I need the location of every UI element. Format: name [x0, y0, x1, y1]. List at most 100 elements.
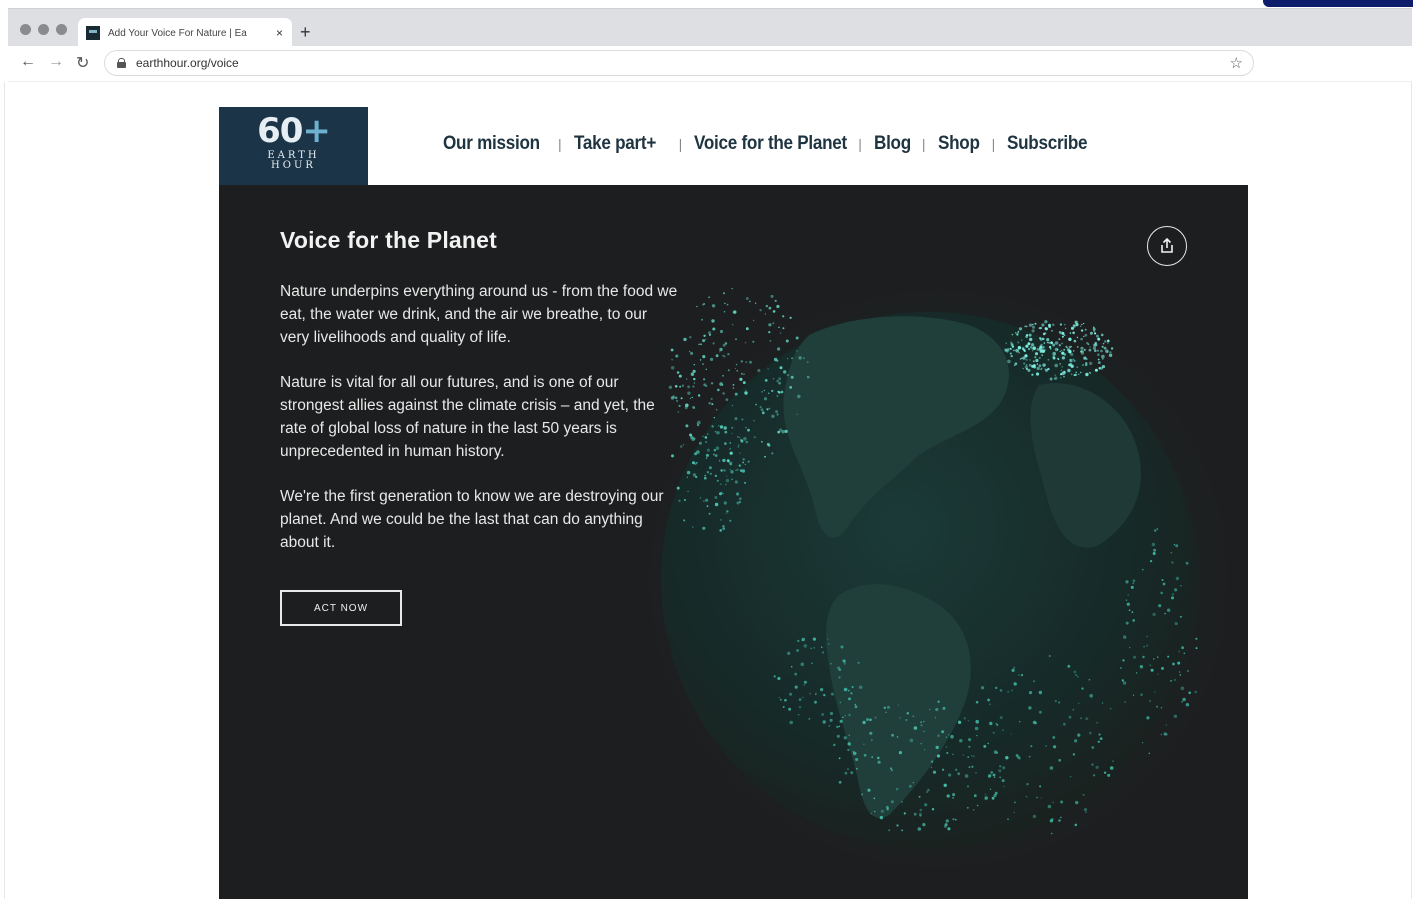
- globe-particle: [1160, 591, 1163, 595]
- globe-particle: [693, 437, 696, 440]
- globe-particle: [705, 453, 709, 457]
- globe-particle: [755, 403, 757, 406]
- minimize-window-button[interactable]: [38, 24, 49, 35]
- globe-particle: [1044, 332, 1047, 334]
- back-button[interactable]: ←: [20, 53, 36, 71]
- globe-particle: [1109, 707, 1112, 710]
- globe-particle: [1028, 691, 1033, 695]
- nav-subscribe[interactable]: Subscribe: [1007, 133, 1088, 155]
- globe-particle: [1100, 349, 1103, 353]
- bookmark-star-icon[interactable]: ☆: [1230, 54, 1243, 72]
- earth-hour-logo[interactable]: 60+ EARTH HOUR: [219, 107, 368, 185]
- globe-particle: [951, 796, 955, 799]
- globe-particle: [1080, 371, 1082, 374]
- nav-take-part[interactable]: Take part+: [574, 133, 658, 155]
- globe-particle: [725, 478, 730, 483]
- globe-particle: [890, 769, 893, 772]
- globe-particle: [1078, 373, 1080, 375]
- globe-particle: [1195, 637, 1198, 640]
- globe-particle: [1005, 756, 1009, 760]
- globe-particle: [745, 361, 747, 363]
- globe-particle: [935, 707, 939, 712]
- globe-particle: [1093, 326, 1095, 329]
- globe-particle: [714, 496, 718, 499]
- globe-particle: [1095, 334, 1099, 338]
- reload-button[interactable]: ↻: [76, 53, 89, 73]
- globe-particle: [790, 375, 794, 379]
- globe-particle: [1080, 350, 1083, 353]
- globe-particle: [917, 827, 922, 831]
- globe-particle: [944, 823, 948, 827]
- globe-particle: [689, 397, 691, 399]
- maximize-window-button[interactable]: [56, 24, 67, 35]
- globe-particle: [937, 734, 940, 737]
- globe-particle: [1029, 346, 1033, 349]
- share-button[interactable]: [1147, 226, 1187, 266]
- globe-particle: [1165, 724, 1168, 726]
- globe-particle: [1068, 715, 1072, 719]
- globe-particle: [731, 404, 734, 407]
- close-window-button[interactable]: [20, 24, 31, 35]
- globe-particle: [729, 451, 733, 455]
- globe-particle: [973, 794, 977, 798]
- globe-particle: [740, 360, 743, 363]
- main-nav: Our mission | Take part+ | Voice for the…: [443, 133, 1088, 155]
- globe-particle: [702, 526, 706, 530]
- globe-particle: [1054, 341, 1059, 345]
- hero-paragraph-2: Nature is vital for all our futures, and…: [280, 374, 655, 460]
- globe-particle: [896, 824, 899, 827]
- globe-particle: [1028, 363, 1032, 367]
- globe-particle: [1073, 339, 1077, 343]
- globe-particle: [836, 725, 839, 729]
- globe-particle: [1032, 346, 1036, 350]
- globe-particle: [761, 411, 765, 415]
- globe-particle: [967, 785, 969, 788]
- globe-particle: [706, 505, 709, 508]
- nav-voice-for-the-planet[interactable]: Voice for the Planet: [694, 133, 847, 155]
- globe-particle: [1074, 739, 1078, 743]
- globe-particle: [996, 723, 999, 726]
- globe-particle: [1049, 819, 1054, 823]
- nav-shop[interactable]: Shop: [938, 133, 980, 155]
- nav-blog[interactable]: Blog: [874, 133, 911, 155]
- tab-close-icon[interactable]: ×: [276, 26, 283, 40]
- globe-particle: [702, 355, 706, 359]
- new-tab-button[interactable]: +: [300, 22, 311, 43]
- globe-particle: [692, 369, 696, 373]
- globe-particle: [1123, 635, 1127, 639]
- globe-particle: [827, 638, 829, 640]
- globe-particle: [775, 410, 779, 414]
- globe-particle: [788, 707, 792, 711]
- globe-particle: [920, 721, 922, 723]
- globe-particle: [702, 339, 706, 343]
- globe-particle: [1107, 342, 1109, 344]
- hero-section: Voice for the Planet Nature underpins ev…: [219, 185, 1248, 899]
- globe-particle: [1011, 668, 1015, 672]
- globe-particle: [723, 426, 727, 430]
- globe-particle: [704, 436, 708, 439]
- globe-particle: [1102, 342, 1105, 345]
- globe-particle: [670, 348, 674, 352]
- globe-particle: [699, 497, 702, 499]
- globe-particle: [1085, 717, 1089, 721]
- forward-button[interactable]: →: [48, 53, 64, 71]
- act-now-button[interactable]: ACT NOW: [280, 590, 402, 626]
- globe-particle: [724, 430, 728, 434]
- globe-particle: [1141, 568, 1144, 571]
- globe-particle: [1110, 347, 1114, 350]
- globe-particle: [681, 384, 685, 387]
- globe-particle: [713, 417, 715, 419]
- globe-particle: [763, 397, 768, 401]
- globe-particle: [1149, 664, 1151, 666]
- browser-titlebar: Add Your Voice For Nature | Ea × +: [8, 8, 1412, 48]
- globe-particle: [767, 368, 769, 370]
- globe-particle: [1041, 323, 1045, 327]
- nav-our-mission[interactable]: Our mission: [443, 133, 540, 155]
- globe-particle: [1178, 650, 1181, 653]
- globe-particle: [695, 475, 698, 479]
- globe-particle: [737, 436, 739, 438]
- url-bar[interactable]: earthhour.org/voice ☆: [104, 50, 1254, 76]
- globe-particle: [970, 755, 973, 757]
- globe-particle: [721, 384, 724, 386]
- browser-tab[interactable]: Add Your Voice For Nature | Ea ×: [78, 18, 292, 48]
